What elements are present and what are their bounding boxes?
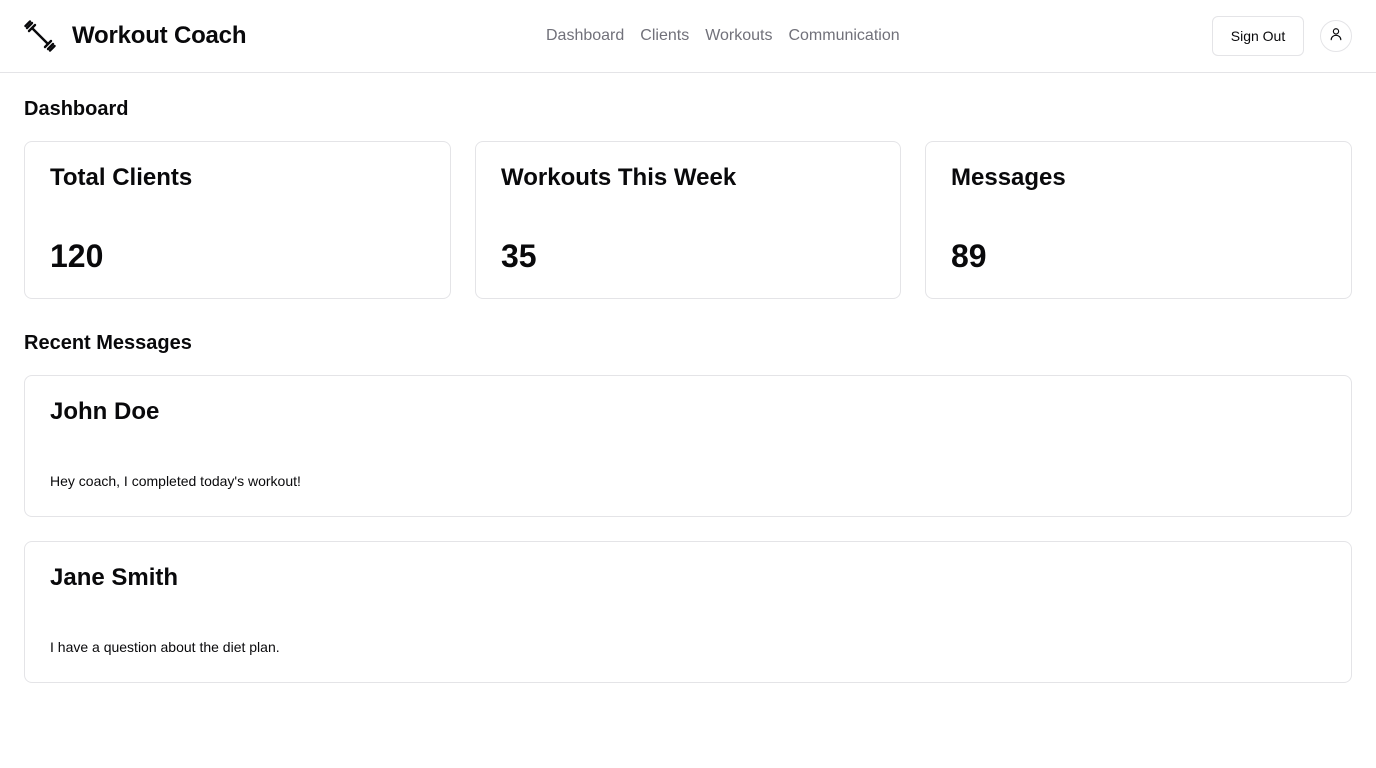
- main-nav: Dashboard Clients Workouts Communication: [546, 24, 900, 48]
- stat-card-messages: Messages 89: [925, 141, 1352, 299]
- message-card[interactable]: Jane Smith I have a question about the d…: [24, 541, 1352, 683]
- stat-label: Workouts This Week: [501, 164, 737, 191]
- message-sender: Jane Smith: [50, 564, 179, 591]
- dashboard-heading: Dashboard: [24, 98, 129, 120]
- stat-value: 89: [951, 238, 987, 274]
- nav-communication[interactable]: Communication: [788, 24, 899, 48]
- stat-value: 120: [50, 238, 104, 274]
- stat-card-workouts-this-week: Workouts This Week 35: [475, 141, 901, 299]
- sign-out-button[interactable]: Sign Out: [1212, 16, 1304, 56]
- dumbbell-icon: [24, 20, 56, 52]
- stat-card-total-clients: Total Clients 120: [24, 141, 451, 299]
- user-icon: [1329, 27, 1343, 46]
- top-header: Workout Coach Dashboard Clients Workouts…: [0, 0, 1376, 73]
- nav-dashboard[interactable]: Dashboard: [546, 24, 624, 48]
- brand[interactable]: Workout Coach: [24, 18, 246, 54]
- recent-messages-heading: Recent Messages: [24, 332, 192, 354]
- message-text: Hey coach, I completed today's workout!: [50, 473, 301, 489]
- stat-label: Total Clients: [50, 164, 193, 191]
- message-card[interactable]: John Doe Hey coach, I completed today's …: [24, 375, 1352, 517]
- app-title: Workout Coach: [72, 22, 247, 49]
- message-sender: John Doe: [50, 398, 160, 425]
- user-avatar-button[interactable]: [1320, 20, 1352, 52]
- stat-value: 35: [501, 238, 537, 274]
- nav-clients[interactable]: Clients: [640, 24, 689, 48]
- message-text: I have a question about the diet plan.: [50, 639, 280, 655]
- stat-label: Messages: [951, 164, 1066, 191]
- nav-workouts[interactable]: Workouts: [705, 24, 772, 48]
